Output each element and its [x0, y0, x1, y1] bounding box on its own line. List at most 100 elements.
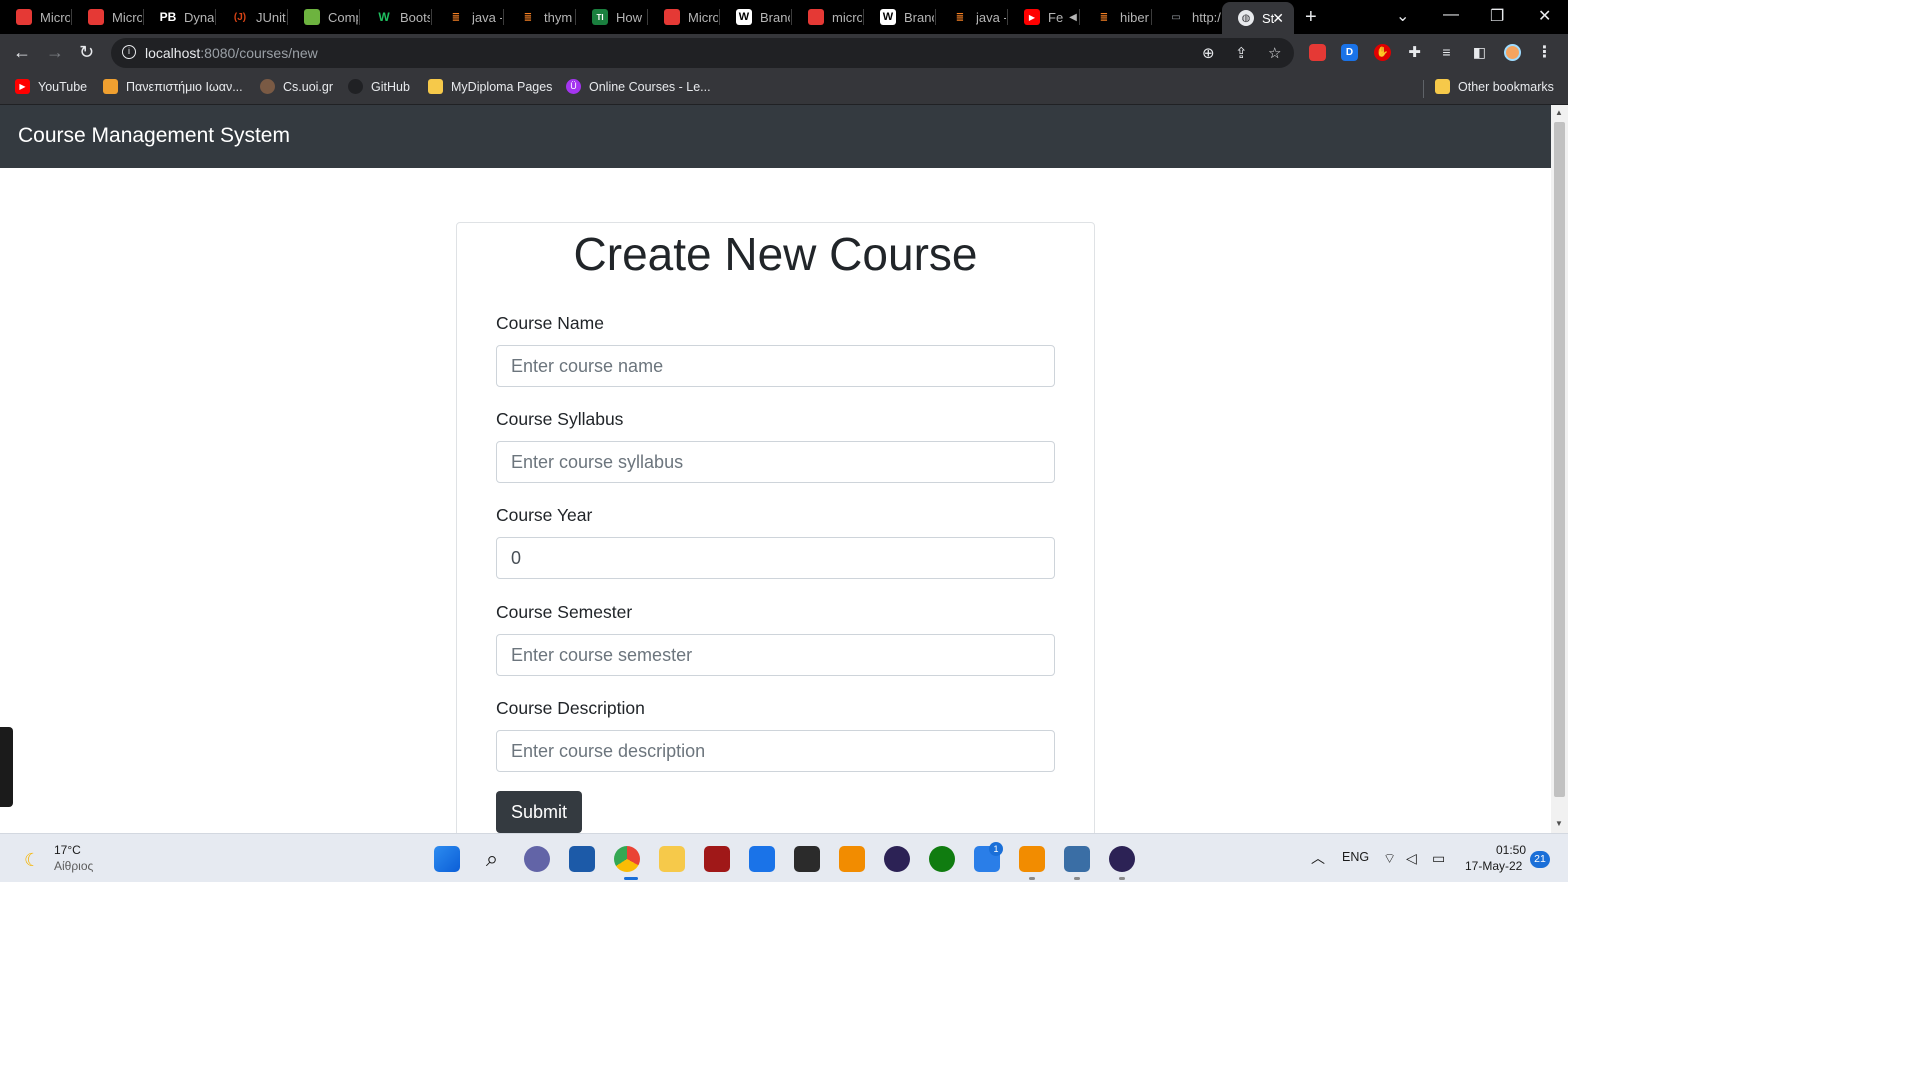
- notification-badge[interactable]: 21: [1530, 851, 1550, 868]
- course-name-input[interactable]: [496, 345, 1055, 387]
- globe-icon: ◍: [1238, 10, 1254, 26]
- bookmark-youtube[interactable]: ▶ YouTube: [15, 79, 87, 94]
- extensions-icon[interactable]: ✚: [1406, 44, 1423, 61]
- language-indicator[interactable]: ENG: [1342, 850, 1369, 864]
- submit-button[interactable]: Submit: [496, 791, 582, 833]
- battery-icon[interactable]: ▭: [1432, 850, 1445, 867]
- course-name-label: Course Name: [496, 313, 604, 333]
- sublime-icon[interactable]: [839, 846, 865, 872]
- tab-9[interactable]: TI How: [576, 3, 648, 31]
- weather-temp[interactable]: 17°C: [54, 843, 81, 857]
- tab-11[interactable]: W Branc: [720, 3, 792, 31]
- stackoverflow-icon: ≣: [952, 9, 968, 25]
- new-tab-icon[interactable]: +: [1305, 6, 1317, 29]
- bookmark-github[interactable]: GitHub: [348, 79, 410, 94]
- bookmark-online-courses[interactable]: Ü Online Courses - Le...: [566, 79, 711, 94]
- tab-13[interactable]: W Branc: [864, 3, 936, 31]
- tab-2[interactable]: Micro: [72, 3, 144, 31]
- close-tab-icon[interactable]: ✕: [1272, 10, 1284, 27]
- wikipedia-icon: W: [880, 9, 896, 25]
- scroll-down-icon[interactable]: ▼: [1555, 819, 1563, 828]
- bookmark-mydiploma[interactable]: MyDiploma Pages: [428, 79, 552, 94]
- info-icon[interactable]: i: [122, 45, 136, 59]
- tab-12[interactable]: micro: [792, 3, 864, 31]
- weather-desc[interactable]: Αίθριος: [54, 859, 93, 873]
- tab-10[interactable]: Micro: [648, 3, 720, 31]
- file-explorer-icon[interactable]: [659, 846, 685, 872]
- side-panel-icon[interactable]: ◧: [1471, 44, 1488, 61]
- store-icon[interactable]: [569, 846, 595, 872]
- tab-title: http:/: [1192, 9, 1221, 25]
- restore-icon[interactable]: ❐: [1490, 6, 1504, 26]
- adblock-extension-icon[interactable]: ✋: [1374, 44, 1391, 61]
- tab-3[interactable]: PB Dynai: [144, 3, 216, 31]
- tab-title: Boots: [400, 9, 430, 25]
- search-icon[interactable]: ⌕: [479, 846, 505, 872]
- mysql-icon[interactable]: [1064, 846, 1090, 872]
- forward-icon[interactable]: →: [46, 42, 64, 63]
- bookmark-label: GitHub: [371, 79, 410, 94]
- w-icon: W: [376, 9, 392, 25]
- tab-16[interactable]: ≣ hiber: [1080, 3, 1152, 31]
- speaker-icon[interactable]: ◀: [1069, 12, 1077, 23]
- start-icon[interactable]: [434, 846, 460, 872]
- chat-icon[interactable]: [524, 846, 550, 872]
- url-text[interactable]: localhost:8080/courses/new: [145, 45, 318, 61]
- tab-14[interactable]: ≣ java -: [936, 3, 1008, 31]
- clock-date[interactable]: 17-May-22: [1465, 859, 1522, 873]
- close-window-icon[interactable]: ✕: [1538, 6, 1551, 26]
- page-viewport: Course Management System Create New Cour…: [0, 105, 1551, 833]
- eclipse-icon[interactable]: [884, 846, 910, 872]
- tab-active[interactable]: ◍ St ✕: [1222, 2, 1294, 34]
- zoom-icon[interactable]: ⊕: [1202, 44, 1215, 62]
- menu-dots-icon[interactable]: ⋮: [1536, 44, 1553, 61]
- bookmark-other[interactable]: Other bookmarks: [1435, 79, 1554, 94]
- terminal-icon[interactable]: [794, 846, 820, 872]
- minimize-icon[interactable]: —: [1443, 6, 1459, 24]
- eclipse-icon[interactable]: [1109, 846, 1135, 872]
- address-bar[interactable]: i localhost:8080/courses/new ⊕ ⇪ ☆: [111, 38, 1294, 68]
- tab-8[interactable]: ≣ thym: [504, 3, 576, 31]
- media-control-icon[interactable]: ≡: [1438, 44, 1455, 61]
- back-icon[interactable]: ←: [13, 42, 31, 63]
- mail-icon[interactable]: [749, 846, 775, 872]
- chevron-up-icon[interactable]: ︿: [1311, 848, 1325, 868]
- screenrec-widget[interactable]: screenrec: [0, 727, 13, 807]
- scrollbar-thumb[interactable]: [1554, 122, 1565, 797]
- tab-15[interactable]: ▶ Fe ◀: [1008, 3, 1080, 31]
- volume-icon[interactable]: ◁: [1406, 850, 1417, 867]
- moon-icon[interactable]: ☾: [24, 850, 40, 871]
- tab-title: Micro: [688, 9, 718, 25]
- navbar-brand[interactable]: Course Management System: [18, 124, 290, 148]
- tab-1[interactable]: Micro: [0, 3, 72, 31]
- tab-6[interactable]: W Boots: [360, 3, 432, 31]
- redis-icon[interactable]: [704, 846, 730, 872]
- tab-search-icon[interactable]: ⌄: [1396, 6, 1409, 26]
- tab-17[interactable]: ▭ http:/: [1152, 3, 1222, 31]
- course-description-input[interactable]: [496, 730, 1055, 772]
- bookmark-cs-uoi[interactable]: Cs.uoi.gr: [260, 79, 333, 94]
- avatar[interactable]: [1504, 44, 1521, 61]
- course-year-input[interactable]: [496, 537, 1055, 579]
- active-indicator: [624, 877, 638, 880]
- course-semester-input[interactable]: [496, 634, 1055, 676]
- course-syllabus-input[interactable]: [496, 441, 1055, 483]
- bookmark-star-icon[interactable]: ☆: [1268, 44, 1281, 62]
- tab-4[interactable]: (J) JUnit: [216, 3, 288, 31]
- pdf-extension-icon[interactable]: [1309, 44, 1326, 61]
- xbox-icon[interactable]: [929, 846, 955, 872]
- d-extension-icon[interactable]: D: [1341, 44, 1358, 61]
- page-scrollbar[interactable]: ▲ ▼: [1551, 105, 1568, 833]
- tab-5[interactable]: Comp: [288, 3, 360, 31]
- reload-icon[interactable]: ↻: [79, 42, 94, 63]
- course-syllabus-label: Course Syllabus: [496, 409, 624, 429]
- chrome-icon[interactable]: [614, 846, 640, 872]
- tab-title: Dynai: [184, 9, 214, 25]
- share-icon[interactable]: ⇪: [1235, 44, 1248, 62]
- bookmark-uoi[interactable]: Πανεπιστήμιο Ιωαν...: [103, 79, 243, 94]
- clock-time[interactable]: 01:50: [1496, 843, 1526, 857]
- pdf-app-icon[interactable]: [1019, 846, 1045, 872]
- wifi-icon[interactable]: ⌔: [1383, 850, 1396, 868]
- scroll-up-icon[interactable]: ▲: [1555, 108, 1563, 117]
- tab-7[interactable]: ≣ java -: [432, 3, 504, 31]
